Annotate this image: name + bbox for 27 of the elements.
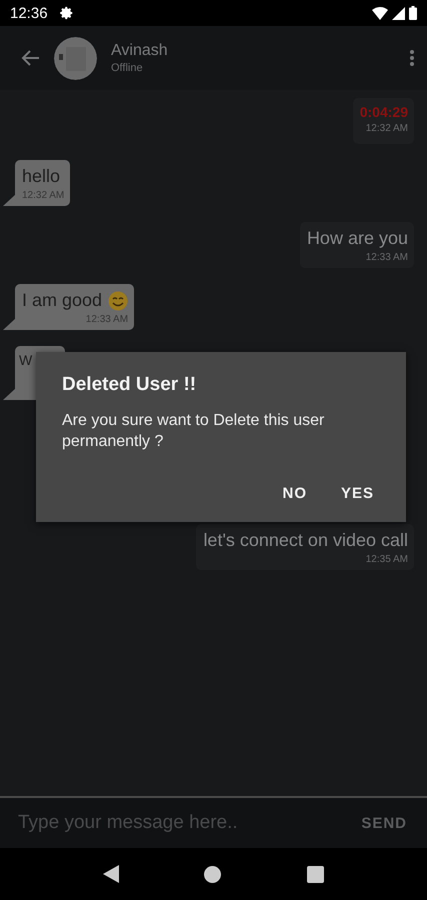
dialog-message: Are you sure want to Delete this user permanently ? bbox=[62, 411, 326, 452]
smiley-icon bbox=[108, 290, 128, 310]
message-time: 12:33 AM bbox=[366, 252, 408, 263]
wifi-icon bbox=[372, 6, 388, 20]
signal-icon bbox=[392, 6, 405, 20]
message-time: 12:32 AM bbox=[366, 123, 408, 134]
message-input[interactable]: Type your message here.. bbox=[0, 798, 352, 848]
battery-icon bbox=[409, 6, 417, 20]
home-nav-icon[interactable] bbox=[204, 866, 222, 882]
dialog-button[interactable]: YES bbox=[334, 485, 380, 502]
contact-name: Avinash bbox=[111, 42, 169, 60]
back-nav-icon[interactable] bbox=[102, 865, 119, 883]
message-text: How are you bbox=[306, 228, 408, 249]
contact-status: Offline bbox=[111, 62, 144, 74]
message-text: let's connect on video call bbox=[203, 530, 408, 551]
message-time: 12:35 AM bbox=[366, 554, 408, 565]
recents-nav-icon[interactable] bbox=[307, 866, 324, 882]
back-button[interactable] bbox=[20, 49, 40, 67]
more-options-button[interactable] bbox=[409, 49, 415, 67]
voice-duration: 0:04:29 bbox=[360, 104, 408, 120]
message-text: hello bbox=[22, 166, 60, 187]
message-text: W bbox=[19, 352, 32, 368]
status-time: 12:36 bbox=[10, 4, 48, 22]
settings-icon bbox=[60, 6, 74, 20]
message-text: I am good bbox=[22, 290, 102, 311]
dialog-button[interactable]: NO bbox=[276, 485, 313, 502]
dialog-title: Deleted User !! bbox=[62, 374, 198, 396]
